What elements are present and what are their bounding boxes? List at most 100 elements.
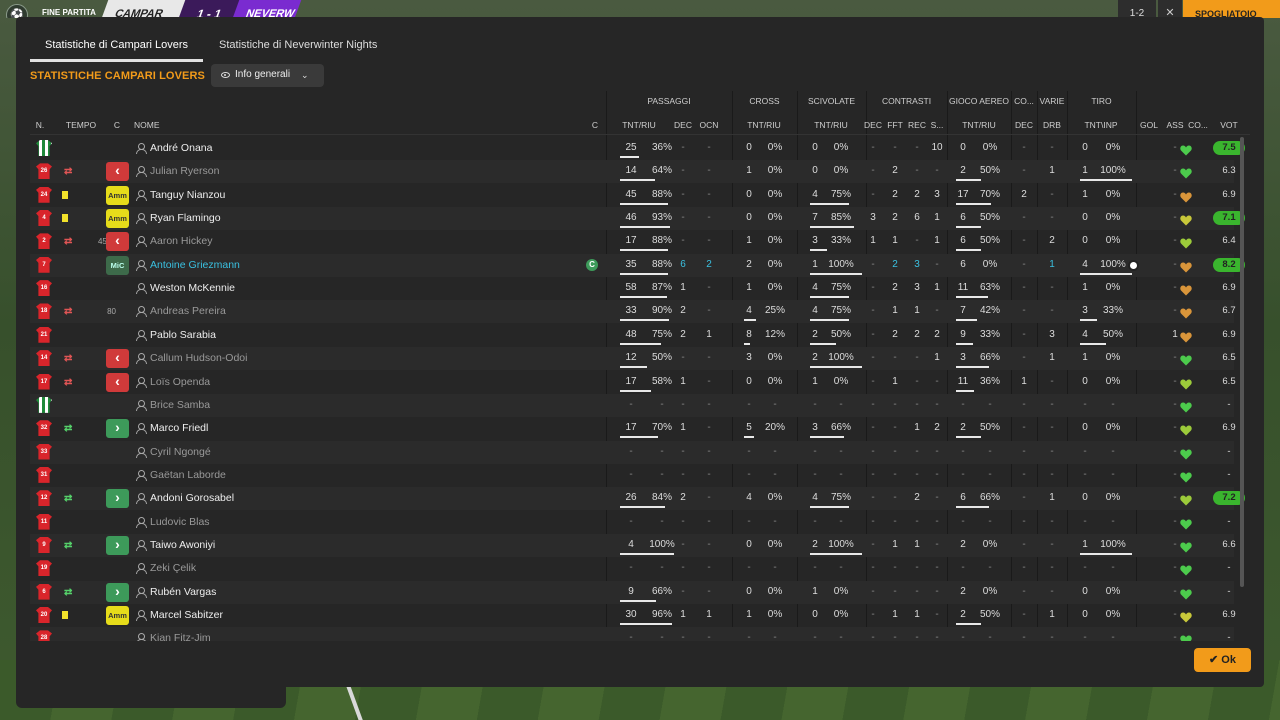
status-badge[interactable]: ‹ xyxy=(106,162,129,182)
table-row[interactable]: 21 Pablo Sarabia 48 75% 2 1 8 12% 2 50% -2 2 2 9 33% -3… xyxy=(30,324,1236,347)
col-header-pass-tnt[interactable]: TNT/RIU xyxy=(616,120,662,130)
player-name[interactable]: Marcel Sabitzer xyxy=(150,609,223,621)
col-header-pass-ocn[interactable]: OCN xyxy=(696,120,722,130)
player-name[interactable]: Antoine Griezmann xyxy=(150,259,240,271)
col-header-con-rec[interactable]: REC xyxy=(906,120,928,130)
status-badge[interactable]: › xyxy=(106,535,129,555)
col-header-co-dec[interactable]: DEC xyxy=(1013,120,1035,130)
player-name[interactable]: Ryan Flamingo xyxy=(150,212,221,224)
player-name[interactable]: Pablo Sarabia xyxy=(150,329,216,341)
status-badge[interactable]: ‹ xyxy=(106,232,129,252)
status-badge[interactable]: ‹ xyxy=(106,372,129,392)
col-header-cross-tnt[interactable]: TNT/RIU xyxy=(741,120,787,130)
player-name[interactable]: Brice Samba xyxy=(150,399,210,411)
table-row[interactable]: 2055AmmMarcel Sabitzer3096%1110%00%-11-2… xyxy=(30,604,1236,627)
status-badge[interactable]: Amm xyxy=(106,185,129,205)
table-row[interactable]: 19 Zeki Çelik - - - - - - - - - - - - - - - - - - - - xyxy=(30,557,1234,580)
table-row[interactable]: 18 ⇄ 80 Andreas Pereira 33 90% 2-4 25% 4 75% -1 1-7… xyxy=(30,300,1236,324)
cell-cross-tnt: 0 xyxy=(746,538,752,550)
player-name[interactable]: Cyril Ngongé xyxy=(150,446,211,458)
col-header-captain[interactable]: C xyxy=(588,120,602,130)
table-row[interactable]: 6⇄80›Rubén Vargas966%--00%10%----20%--00… xyxy=(30,580,1234,604)
status-badge[interactable]: › xyxy=(106,489,129,509)
col-header-number[interactable]: N. xyxy=(30,120,50,130)
col-header-con-s[interactable]: S... xyxy=(928,120,946,130)
col-header-vot[interactable]: VOT xyxy=(1214,120,1244,130)
player-name[interactable]: Taiwo Awoniyi xyxy=(150,539,215,551)
cell-pass-ocn: - xyxy=(707,422,711,434)
col-header-con-fft[interactable]: FFT xyxy=(886,120,904,130)
status-badge[interactable]: ‹ xyxy=(106,349,129,369)
col-header-tempo[interactable]: TEMPO xyxy=(64,120,98,130)
col-header-nome[interactable]: NOME xyxy=(134,120,164,130)
scrollbar[interactable] xyxy=(1240,137,1244,587)
col-header-var-drb[interactable]: DRB xyxy=(1039,120,1065,130)
table-row[interactable]: 12⇄38›Andoni Gorosabel2684%2-40%475%--2-… xyxy=(30,487,1245,511)
cell-con-s: - xyxy=(935,538,939,550)
condition-heart-icon xyxy=(1180,563,1192,576)
player-name[interactable]: Tanguy Nianzou xyxy=(150,189,225,201)
table-row[interactable]: 2421AmmTanguy Nianzou4588%--00%475%-2231… xyxy=(30,184,1236,207)
table-row[interactable]: 33 Cyril Ngongé - - - - - - - - - - - - - - - - - - - - xyxy=(30,440,1234,464)
player-name[interactable]: Loïs Openda xyxy=(150,376,210,388)
player-name[interactable]: Andoni Gorosabel xyxy=(150,492,234,504)
status-badge[interactable]: Amm xyxy=(106,209,129,229)
cell-con-rec: 6 xyxy=(914,212,920,224)
dressing-room-button[interactable]: SPOGLIATOIO xyxy=(1183,0,1280,18)
player-name[interactable]: Andreas Pereira xyxy=(150,305,226,317)
col-header-aer-tnt[interactable]: TNT/RIU xyxy=(956,120,1002,130)
player-name[interactable]: Marco Friedl xyxy=(150,422,208,434)
col-header-con-dec[interactable]: DEC xyxy=(862,120,884,130)
player-name[interactable]: Gaëtan Laborde xyxy=(150,469,226,481)
shirt-icon: 16 xyxy=(36,280,52,297)
shirt-icon: 24 xyxy=(36,186,52,203)
player-name[interactable]: Zeki Çelik xyxy=(150,562,196,574)
view-dropdown[interactable]: Info generali ⌄ xyxy=(211,64,324,87)
player-name[interactable]: Rubén Vargas xyxy=(150,586,216,598)
ok-button[interactable]: ✔ Ok xyxy=(1194,648,1251,672)
player-name[interactable]: Weston McKennie xyxy=(150,282,235,294)
stat-bar xyxy=(956,319,977,322)
col-header-tiro-tnt[interactable]: TNT\INP xyxy=(1078,120,1124,130)
col-header-ass[interactable]: ASS xyxy=(1164,120,1186,130)
table-row[interactable]: 2⇄45+4‹Aaron Hickey1788%--10%333%11-1650… xyxy=(30,230,1236,253)
table-row[interactable]: Brice Samba - - - - - - - - - - - - - - - - - - - - xyxy=(30,393,1234,417)
table-row[interactable]: 32⇄45›Marco Friedl1770%1-520%366%--12250… xyxy=(30,417,1236,440)
cell-aer-tnt: 11 xyxy=(957,282,969,294)
table-row[interactable]: 17⇄62‹Loïs Openda1758%1-00%10%-1--1136%1… xyxy=(30,371,1236,394)
col-header-condition[interactable]: CO... xyxy=(1186,120,1210,130)
tab-away-stats[interactable]: Statistiche di Neverwinter Nights xyxy=(219,39,377,63)
player-name[interactable]: André Onana xyxy=(150,142,212,154)
player-name[interactable]: Ludovic Blas xyxy=(150,516,210,528)
col-header-gol[interactable]: GOL xyxy=(1138,120,1160,130)
cell-aer-tnt: 2 xyxy=(960,422,966,434)
player-name[interactable]: Kian Fitz-Jim xyxy=(150,632,211,641)
cell-sciv-riu: 75% xyxy=(830,305,851,317)
table-row[interactable]: 7 MiC Antoine Griezmann C 35 88% 6 2 2 0% 1 100% -2 3… xyxy=(30,253,1245,277)
col-header-pass-dec[interactable]: DEC xyxy=(672,120,694,130)
table-row[interactable]: 11 Ludovic Blas - - - - - - - - - - - - - - - - - - - - xyxy=(30,511,1234,534)
status-badge[interactable]: Amm xyxy=(106,606,129,625)
table-row[interactable]: 31 Gaëtan Laborde - - - - - - - - - - - - - - - - - - - - xyxy=(30,464,1234,487)
table-row[interactable]: 26⇄38‹Julian Ryerson1464%--10%00%-2--250… xyxy=(30,160,1236,184)
status-badge[interactable]: MiC xyxy=(106,255,129,275)
substitution-icon: ⇄ xyxy=(64,166,73,178)
status-badge[interactable]: › xyxy=(106,582,129,602)
player-name[interactable]: Aaron Hickey xyxy=(150,235,212,247)
cell-aer-tnt: - xyxy=(961,632,965,641)
table-row[interactable]: 16 Weston McKennie 58 87% 1-1 0% 4 75% -2 3 1 11 63%… xyxy=(30,277,1236,300)
player-name[interactable]: Callum Hudson-Odoi xyxy=(150,352,247,364)
player-name[interactable]: Julian Ryerson xyxy=(150,165,219,177)
close-icon[interactable]: ✕ xyxy=(1158,0,1182,18)
table-row[interactable]: 474AmmRyan Flamingo4693%--00%785%3261650… xyxy=(30,207,1245,231)
cell-cross-tnt: 1 xyxy=(746,282,752,294)
table-row[interactable]: 14⇄38‹Callum Hudson-Odoi1250%--30%2100%-… xyxy=(30,347,1236,371)
status-badge[interactable]: › xyxy=(106,419,129,439)
table-row[interactable]: 28 Kian Fitz-Jim - - - - - - - - - - - - - - - - - - - - xyxy=(30,627,1234,641)
col-header-c[interactable]: C xyxy=(110,120,124,130)
table-row[interactable]: André Onana 25 36% - -0 0% 0 0% - - -10 0 0% - -0 0% -7.… xyxy=(30,137,1245,160)
table-row[interactable]: 9⇄62›Taiwo Awoniyi4100%--00%2100%-11-20%… xyxy=(30,533,1236,557)
shirt-icon: 2 xyxy=(36,233,52,250)
col-header-sciv-tnt[interactable]: TNT/RIU xyxy=(808,120,854,130)
cell-con-s: - xyxy=(935,492,939,504)
